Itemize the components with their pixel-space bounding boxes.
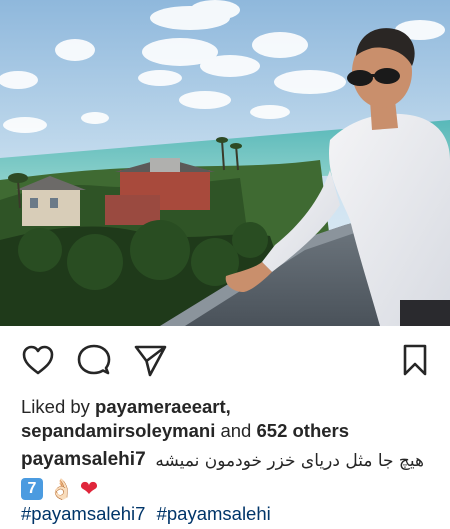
save-button[interactable] xyxy=(400,342,430,378)
likes-and: and xyxy=(220,420,252,441)
likes-prefix: Liked by xyxy=(21,396,90,417)
action-bar xyxy=(0,326,450,394)
paper-plane-icon xyxy=(134,345,167,377)
likes-others-count[interactable]: 652 others xyxy=(257,420,350,441)
post-photo[interactable] xyxy=(0,0,450,326)
hashtag-link[interactable]: #payamsalehi7 xyxy=(21,503,145,524)
ok-hand-emoji: 👌🏻 xyxy=(49,477,74,501)
liker-username-1[interactable]: payameraeeart, xyxy=(95,396,231,417)
share-button[interactable] xyxy=(132,342,168,378)
caption-emojis: 7 👌🏻 ❤ xyxy=(21,476,98,502)
comment-bubble-icon xyxy=(77,344,111,375)
likes-summary: Liked by payameraeeart, sepandamirsoleym… xyxy=(21,395,441,443)
heart-outline-icon xyxy=(22,345,54,375)
red-heart-emoji: ❤ xyxy=(79,476,99,502)
comment-button[interactable] xyxy=(76,342,112,378)
like-button[interactable] xyxy=(20,342,56,378)
caption-text: هیچ جا مثل دریای خزر خودمون نمیشه xyxy=(155,451,424,471)
hashtags: #payamsalehi7 #payamsalehi xyxy=(21,503,277,525)
hashtag-link[interactable]: #payamsalehi xyxy=(157,503,271,524)
keycap-seven-emoji: 7 xyxy=(21,478,43,500)
post-image xyxy=(0,0,450,326)
liker-username-2[interactable]: sepandamirsoleymani xyxy=(21,420,215,441)
bookmark-icon xyxy=(403,344,427,376)
caption-username[interactable]: payamsalehi7 xyxy=(21,449,146,471)
